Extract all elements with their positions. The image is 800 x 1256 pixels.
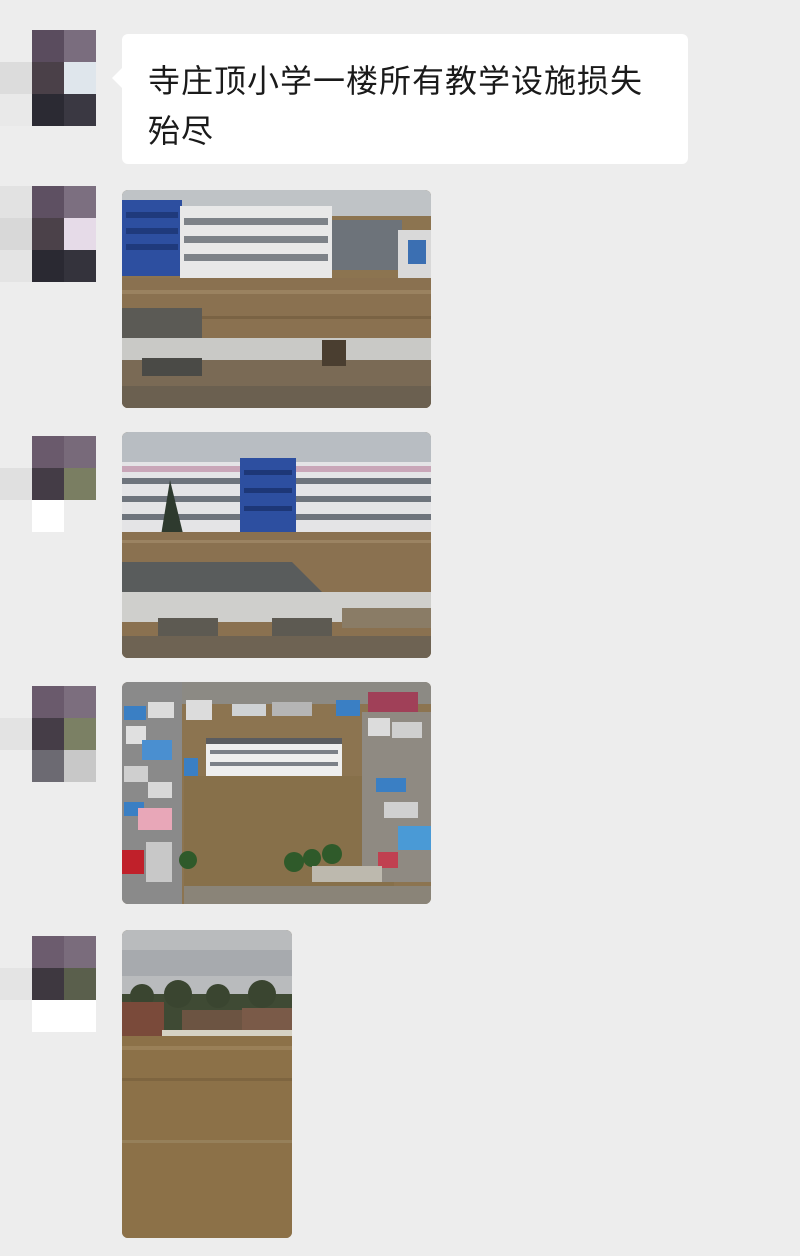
flooded-school-courtyard-photo[interactable] <box>122 432 431 658</box>
sender-avatar[interactable] <box>0 436 100 532</box>
sender-avatar[interactable] <box>0 686 100 782</box>
flooded-field-photo[interactable] <box>122 930 292 1238</box>
aerial-flooded-village-photo[interactable] <box>122 682 431 904</box>
sender-avatar[interactable] <box>0 30 100 126</box>
flooded-school-building-photo[interactable] <box>122 190 431 408</box>
sender-avatar[interactable] <box>0 186 100 282</box>
sender-avatar[interactable] <box>0 936 100 1032</box>
message-bubble[interactable]: 寺庄顶小学一楼所有教学设施损失殆尽 <box>112 34 688 164</box>
message-text: 寺庄顶小学一楼所有教学设施损失殆尽 <box>148 62 644 150</box>
